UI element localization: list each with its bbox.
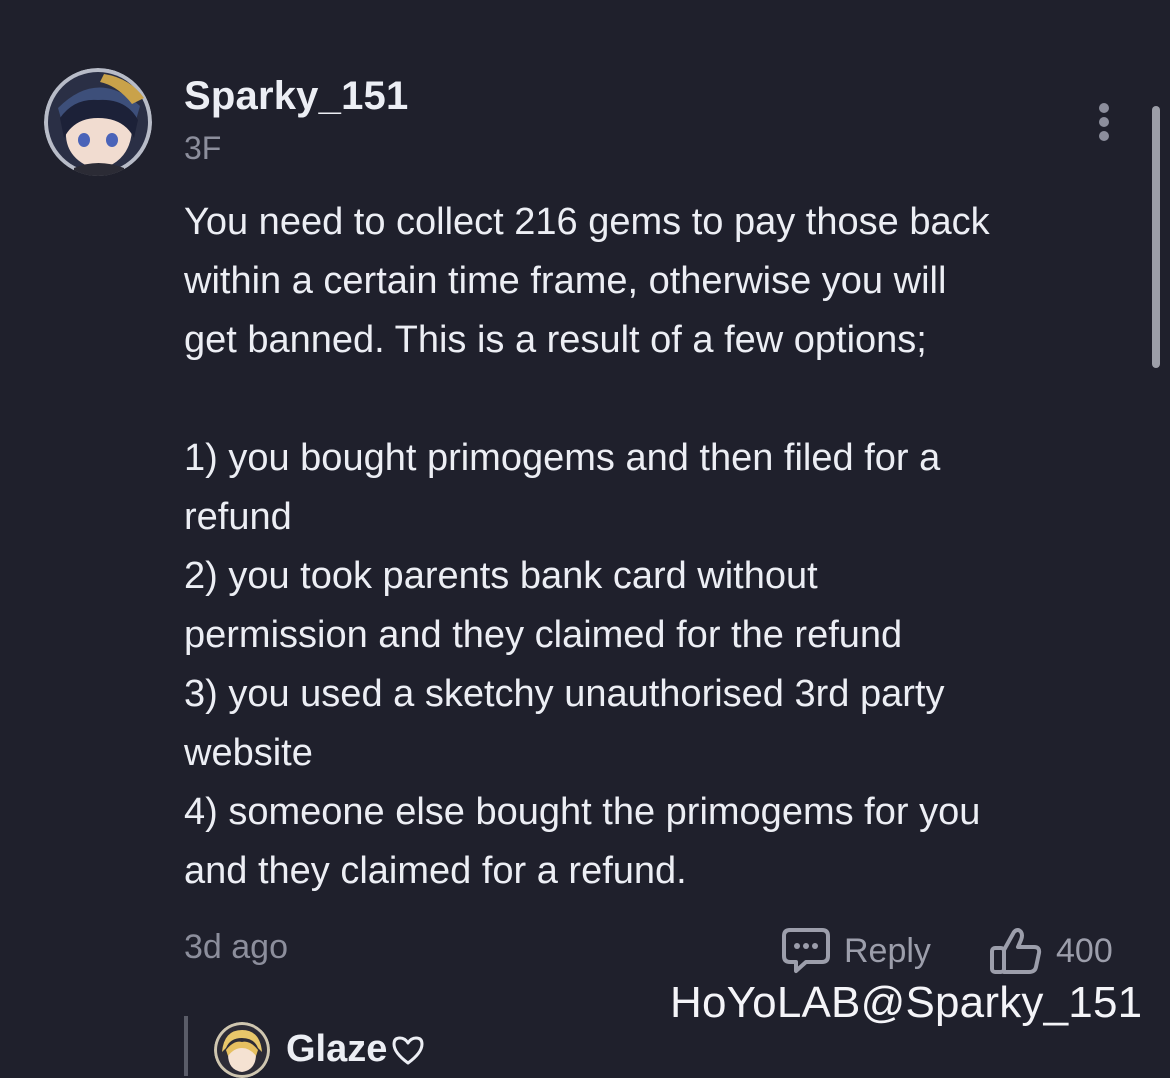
sub-reply-username[interactable]: Glaze bbox=[286, 1028, 425, 1071]
comment-option-line: 3) you used a sketchy unauthorised 3rd p… bbox=[184, 673, 945, 715]
comment-username[interactable]: Sparky_151 bbox=[184, 74, 408, 119]
reply-button[interactable]: Reply bbox=[780, 924, 931, 978]
comment-option-line: permission and they claimed for the refu… bbox=[184, 614, 903, 656]
comment-option-line: and they claimed for a refund. bbox=[184, 850, 687, 892]
comment-option-line: 2) you took parents bank card without bbox=[184, 555, 818, 597]
comment-floor: 3F bbox=[184, 130, 222, 166]
comment-line: get banned. This is a result of a few op… bbox=[184, 319, 927, 361]
heart-icon bbox=[392, 1036, 424, 1064]
comment-option-line: 4) someone else bought the primogems for… bbox=[184, 791, 981, 833]
comment-option-line: website bbox=[184, 732, 313, 774]
comment-line: You need to collect 216 gems to pay thos… bbox=[184, 201, 990, 243]
watermark: HoYoLAB@Sparky_151 bbox=[670, 978, 1143, 1027]
chat-bubble-icon bbox=[782, 928, 830, 973]
like-button[interactable]: 400 bbox=[988, 924, 1113, 978]
sub-reply-avatar[interactable] bbox=[214, 1022, 270, 1078]
reply-label: Reply bbox=[844, 931, 931, 970]
comment-option-line: 1) you bought primogems and then filed f… bbox=[184, 437, 941, 479]
comment-option-line: refund bbox=[184, 496, 292, 538]
like-count: 400 bbox=[1056, 931, 1113, 970]
more-vertical-icon bbox=[1099, 103, 1109, 141]
sub-reply-username-text: Glaze bbox=[286, 1028, 388, 1070]
avatar[interactable] bbox=[44, 68, 152, 176]
sub-reply-divider bbox=[184, 1016, 188, 1076]
scrollbar[interactable] bbox=[1152, 106, 1160, 368]
more-options-button[interactable] bbox=[1088, 100, 1120, 144]
comment-timestamp: 3d ago bbox=[184, 928, 288, 966]
comment-line: within a certain time frame, otherwise y… bbox=[184, 260, 947, 302]
comment-body: You need to collect 216 gems to pay thos… bbox=[184, 193, 1134, 901]
thumbs-up-icon bbox=[990, 928, 1042, 974]
